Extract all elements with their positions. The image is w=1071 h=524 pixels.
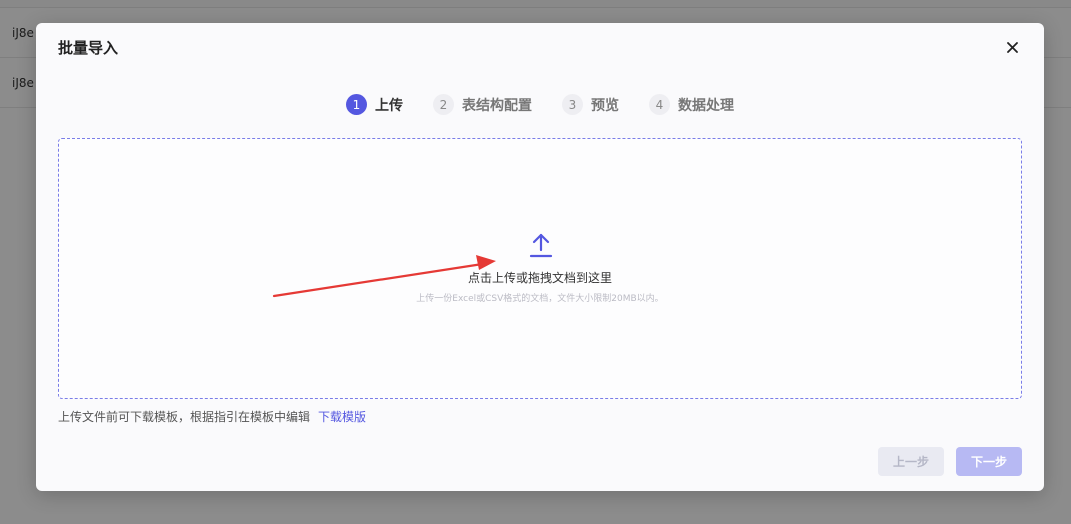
dialog-title: 批量导入 [58, 39, 119, 57]
step-data-processing[interactable]: 4 数据处理 [649, 94, 734, 115]
step-label: 表结构配置 [462, 97, 532, 114]
step-table-config[interactable]: 2 表结构配置 [433, 94, 532, 115]
template-hint: 上传文件前可下载模板，根据指引在模板中编辑 下载模版 [58, 408, 366, 425]
step-upload[interactable]: 1 上传 [346, 94, 403, 115]
step-label: 上传 [375, 97, 403, 114]
step-label: 预览 [591, 97, 619, 114]
next-step-button[interactable]: 下一步 [956, 447, 1022, 476]
step-number: 2 [433, 94, 454, 115]
step-number: 1 [346, 94, 367, 115]
prev-step-button[interactable]: 上一步 [878, 447, 944, 476]
close-button[interactable] [1002, 37, 1022, 57]
step-label: 数据处理 [678, 97, 734, 114]
step-number: 3 [562, 94, 583, 115]
step-preview[interactable]: 3 预览 [562, 94, 619, 115]
upload-icon [529, 233, 553, 258]
step-indicator: 1 上传 2 表结构配置 3 预览 4 数据处理 [346, 94, 764, 115]
dropzone-main-text: 点击上传或拖拽文档到这里 [467, 271, 612, 285]
close-icon [1006, 41, 1018, 53]
dropzone-sub-text: 上传一份Excel或CSV格式的文档，文件大小限制20MB以内。 [416, 294, 664, 304]
batch-import-dialog: 批量导入 1 上传 2 表结构配置 3 预览 4 数据处理 点击上传或拖拽文档到… [36, 23, 1044, 491]
file-dropzone[interactable]: 点击上传或拖拽文档到这里 上传一份Excel或CSV格式的文档，文件大小限制20… [58, 138, 1022, 399]
step-number: 4 [649, 94, 670, 115]
download-template-link[interactable]: 下载模版 [318, 410, 366, 424]
hint-text: 上传文件前可下载模板，根据指引在模板中编辑 [58, 410, 311, 424]
